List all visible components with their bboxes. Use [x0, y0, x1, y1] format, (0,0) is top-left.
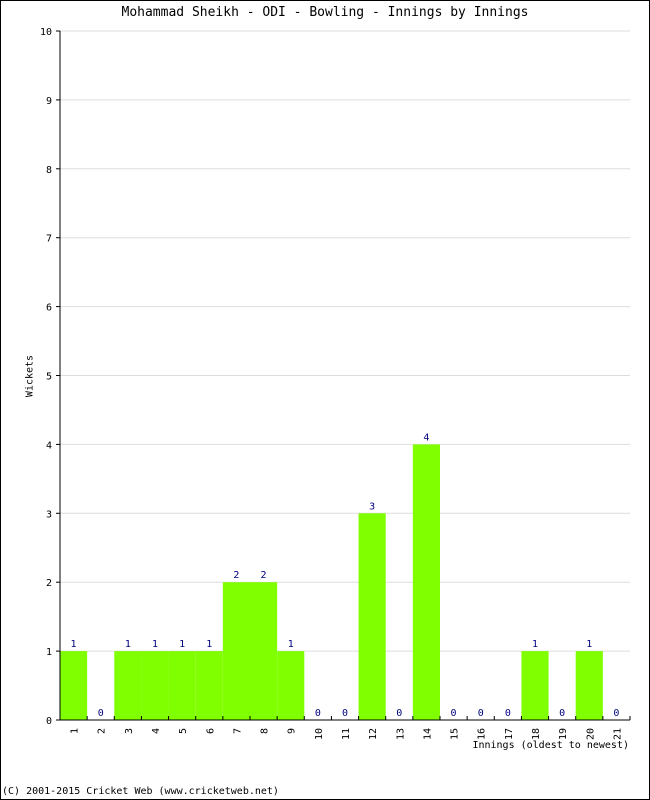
y-tick-label: 10 — [40, 27, 52, 38]
x-tick-label: 3 — [124, 728, 135, 734]
y-tick-label: 4 — [46, 440, 52, 451]
bar — [195, 651, 223, 720]
y-tick-label: 6 — [46, 303, 52, 314]
bar — [277, 651, 305, 720]
y-tick-label: 7 — [46, 234, 52, 245]
data-label: 1 — [152, 639, 158, 650]
x-tick-label: 21 — [612, 728, 623, 740]
data-label: 3 — [369, 501, 375, 512]
data-label: 0 — [559, 708, 565, 719]
data-label: 2 — [261, 570, 267, 581]
data-label: 0 — [315, 708, 321, 719]
x-tick-label: 10 — [314, 728, 325, 740]
x-tick-label: 17 — [504, 728, 515, 740]
data-label: 0 — [478, 708, 484, 719]
x-tick-label: 14 — [422, 728, 433, 740]
y-tick-label: 0 — [46, 716, 52, 727]
bar — [575, 651, 603, 720]
y-tick-label: 3 — [46, 509, 52, 520]
bar — [60, 651, 88, 720]
x-tick-label: 2 — [97, 728, 108, 734]
data-label: 0 — [613, 708, 619, 719]
x-tick-label: 4 — [151, 728, 162, 734]
bar — [141, 651, 169, 720]
bar — [168, 651, 196, 720]
data-label: 1 — [125, 639, 131, 650]
data-label: 1 — [206, 639, 212, 650]
x-tick-label: 8 — [260, 728, 271, 734]
x-tick-label: 13 — [395, 728, 406, 740]
x-tick-label: 7 — [232, 728, 243, 734]
x-tick-label: 11 — [341, 728, 352, 740]
data-label: 0 — [396, 708, 402, 719]
x-tick-label: 19 — [558, 728, 569, 740]
data-label: 0 — [98, 708, 104, 719]
x-tick-label: 15 — [450, 728, 461, 740]
data-label: 4 — [423, 432, 429, 443]
bar — [114, 651, 142, 720]
x-tick-label: 18 — [531, 728, 542, 740]
x-tick-label: 20 — [585, 728, 596, 740]
data-label: 1 — [532, 639, 538, 650]
bar — [250, 582, 278, 720]
bar — [358, 513, 386, 720]
y-tick-label: 2 — [46, 578, 52, 589]
data-label: 1 — [71, 639, 77, 650]
y-tick-label: 1 — [46, 647, 52, 658]
data-label: 0 — [342, 708, 348, 719]
y-tick-label: 9 — [46, 96, 52, 107]
data-label: 2 — [233, 570, 239, 581]
x-tick-label: 16 — [477, 728, 488, 740]
data-label: 1 — [586, 639, 592, 650]
data-label: 1 — [179, 639, 185, 650]
x-tick-label: 1 — [70, 728, 81, 734]
x-tick-label: 9 — [287, 728, 298, 734]
bar — [222, 582, 250, 720]
x-tick-label: 5 — [178, 728, 189, 734]
data-label: 1 — [288, 639, 294, 650]
data-label: 0 — [505, 708, 511, 719]
data-label: 0 — [451, 708, 457, 719]
x-tick-label: 12 — [368, 728, 379, 740]
bar — [521, 651, 549, 720]
chart-plot: 012345678910101 1 1 12 210 03040 0 010101 2 3 4 5 6 7… — [40, 27, 631, 740]
y-tick-label: 5 — [46, 372, 52, 383]
y-tick-label: 8 — [46, 165, 52, 176]
x-tick-label: 6 — [205, 728, 216, 734]
bar — [412, 444, 440, 720]
